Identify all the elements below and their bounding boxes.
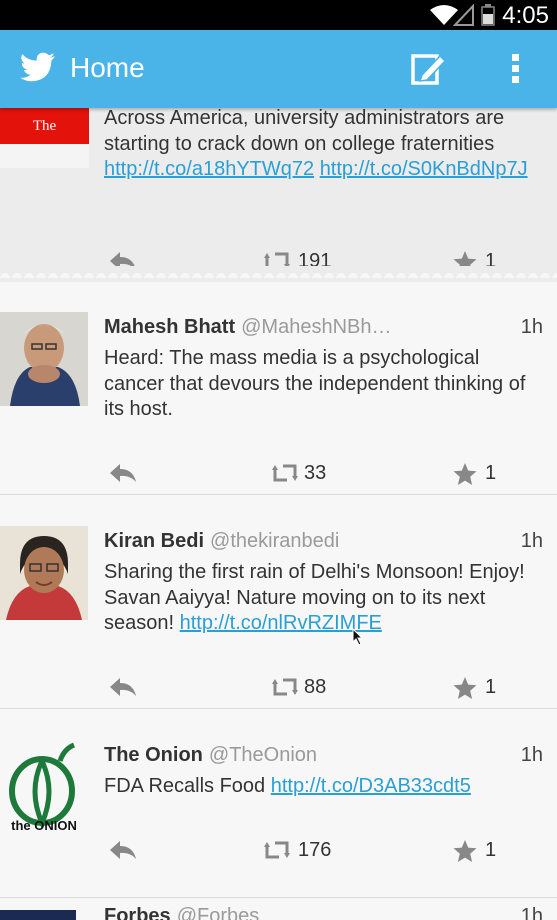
tweet-actions: 33 1 [0, 460, 557, 490]
reply-icon[interactable] [108, 676, 138, 698]
tweet-item[interactable]: Forbes @Forbes 1h [0, 898, 557, 920]
divider [0, 266, 557, 278]
tweet-link[interactable]: http://t.co/a18hYTWq72 [104, 158, 314, 180]
overflow-menu-icon[interactable] [506, 50, 526, 88]
tweet-actions: 88 1 [0, 674, 557, 704]
tweet-time: 1h [520, 530, 543, 552]
retweet-icon[interactable] [272, 676, 298, 698]
tweet-link[interactable]: http://t.co/S0KnBdNp7J [320, 158, 528, 180]
onion-logo-text: the ONION [11, 818, 77, 833]
author-name[interactable]: The Onion [104, 744, 203, 766]
tweet-time: 1h [520, 905, 543, 920]
tweet-time: 1h [520, 744, 543, 766]
author-name[interactable]: Kiran Bedi [104, 530, 204, 552]
retweet-count: 33 [304, 462, 327, 484]
compose-icon[interactable] [408, 50, 448, 88]
economist-logo: The Economist [0, 108, 89, 168]
author-handle[interactable]: @MaheshNBh… [241, 316, 391, 338]
avatar[interactable] [0, 910, 76, 920]
clock: 4:05 [502, 2, 549, 29]
tweet-text: Sharing the first rain of Delhi's Monsoo… [104, 561, 525, 634]
tweet-item[interactable]: Mahesh Bhatt @MaheshNBh… 1h Heard: The ma… [0, 282, 557, 495]
avatar[interactable]: the ONION [0, 741, 88, 835]
tweet-header: The Onion @TheOnion 1h [104, 744, 543, 774]
app-bar: Home [0, 30, 557, 108]
avatar[interactable]: The Economist [0, 108, 89, 168]
tweet-header: Forbes @Forbes 1h [104, 905, 543, 920]
retweet-count: 176 [298, 839, 332, 861]
tweet-text: Across America, university administrator… [104, 107, 528, 180]
author-name[interactable]: Mahesh Bhatt [104, 316, 235, 338]
favorite-star-icon[interactable] [452, 676, 478, 700]
author-name[interactable]: Forbes [104, 905, 171, 920]
tweet-item[interactable]: The Economist Across America, university… [0, 107, 557, 282]
favorite-count: 1 [485, 462, 497, 484]
tweet-text: FDA Recalls Food http://t.co/D3AB33cdt5 [104, 775, 471, 797]
favorite-star-icon[interactable] [452, 462, 478, 486]
tweet-item[interactable]: Kiran Bedi @thekiranbedi 1h Sharing the f… [0, 495, 557, 709]
author-handle[interactable]: @TheOnion [209, 744, 317, 766]
author-handle[interactable]: @thekiranbedi [210, 530, 339, 552]
signal-icon [453, 4, 474, 26]
reply-icon[interactable] [108, 462, 138, 484]
tweet-header: Mahesh Bhatt @MaheshNBh… 1h [104, 316, 543, 346]
favorite-count: 1 [485, 839, 497, 861]
author-handle[interactable]: @Forbes [177, 905, 260, 920]
tweet-header: Kiran Bedi @thekiranbedi 1h [104, 530, 543, 560]
status-bar: 4:05 [0, 0, 557, 30]
retweet-icon[interactable] [264, 839, 290, 861]
tweet-actions: 176 1 [0, 837, 557, 867]
tweet-item[interactable]: the ONION The Onion @TheOnion 1h FDA Reca… [0, 709, 557, 898]
battery-icon [481, 4, 495, 26]
page-title: Home [70, 52, 145, 83]
tweet-text: Heard: The mass media is a psychological… [104, 347, 526, 420]
retweet-icon[interactable] [272, 462, 298, 484]
avatar[interactable] [0, 526, 88, 620]
reply-icon[interactable] [108, 839, 138, 861]
favorite-count: 1 [485, 676, 497, 698]
twitter-bird-icon[interactable] [20, 52, 56, 82]
tweet-link[interactable]: http://t.co/D3AB33cdt5 [271, 775, 471, 797]
avatar[interactable] [0, 312, 88, 406]
favorite-star-icon[interactable] [452, 839, 478, 863]
mouse-cursor-icon [352, 628, 364, 646]
tweet-time: 1h [520, 316, 543, 338]
retweet-count: 88 [304, 676, 327, 698]
